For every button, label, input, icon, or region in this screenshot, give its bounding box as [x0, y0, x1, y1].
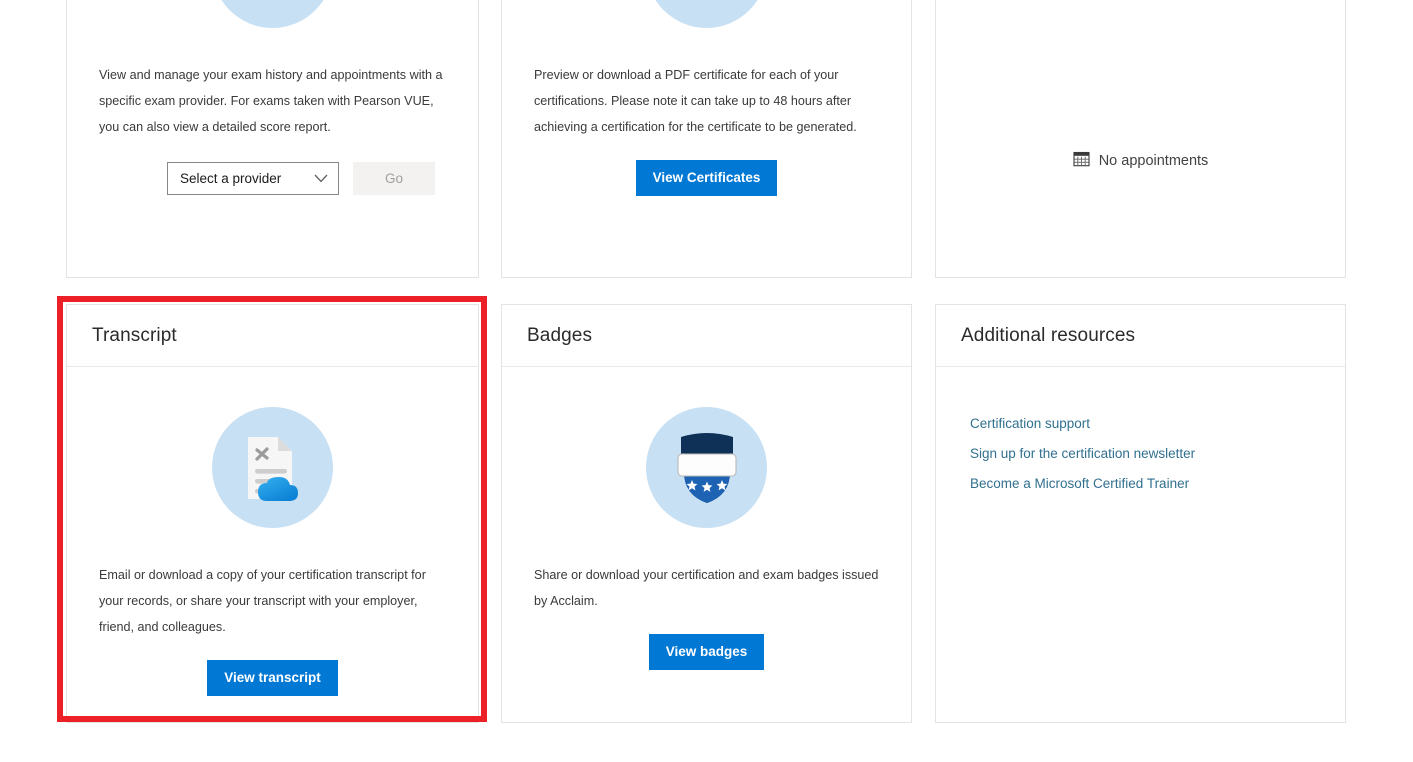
certificates-card: Preview or download a PDF certificate fo…: [501, 0, 912, 278]
transcript-button-row: View transcript: [99, 660, 446, 696]
provider-select-row: Select a provider Go: [99, 162, 446, 195]
exam-history-card: View and manage your exam history and ap…: [66, 0, 479, 278]
appointments-card: No appointments: [935, 0, 1346, 278]
appointments-card-body: No appointments: [936, 0, 1345, 277]
go-button[interactable]: Go: [353, 162, 435, 195]
view-transcript-button[interactable]: View transcript: [207, 660, 338, 696]
certificates-description: Preview or download a PDF certificate fo…: [534, 68, 857, 134]
transcript-cloud-icon: [212, 407, 333, 528]
badges-card-title: Badges: [527, 324, 593, 346]
transcript-card-title: Transcript: [92, 324, 177, 346]
badges-card-body: Share or download your certification and…: [502, 407, 911, 762]
robot-arm-icon: [212, 0, 333, 28]
exam-history-description: View and manage your exam history and ap…: [99, 68, 443, 134]
provider-select-value: Select a provider: [180, 171, 282, 186]
dashboard-grid: View and manage your exam history and ap…: [0, 0, 1413, 747]
transcript-description: Email or download a copy of your certifi…: [99, 568, 426, 634]
view-certificates-button[interactable]: View Certificates: [635, 160, 778, 196]
link-certification-support[interactable]: Certification support: [970, 416, 1090, 431]
link-certification-newsletter[interactable]: Sign up for the certification newsletter: [970, 446, 1195, 461]
certificates-card-body: Preview or download a PDF certificate fo…: [502, 0, 911, 317]
certificates-button-row: View Certificates: [534, 160, 879, 196]
additional-resources-card-title: Additional resources: [961, 324, 1136, 346]
view-badges-button[interactable]: View badges: [648, 634, 765, 670]
badges-card-header: Badges: [502, 305, 911, 367]
additional-resources-card: Additional resources Certification suppo…: [935, 304, 1346, 723]
transcript-card: Transcript Email or download a copy of y…: [66, 304, 479, 723]
calendar-icon: [1073, 150, 1090, 171]
resource-links-list: Certification support Sign up for the ce…: [968, 367, 1313, 491]
transcript-card-body: Email or download a copy of your certifi…: [67, 407, 478, 762]
chevron-down-icon: [314, 171, 328, 186]
appointments-empty-label: No appointments: [1098, 152, 1209, 169]
provider-select[interactable]: Select a provider: [167, 162, 339, 195]
transcript-card-header: Transcript: [67, 305, 478, 367]
additional-resources-card-body: Certification support Sign up for the ce…: [936, 367, 1345, 722]
additional-resources-card-header: Additional resources: [936, 305, 1345, 367]
link-microsoft-certified-trainer[interactable]: Become a Microsoft Certified Trainer: [970, 476, 1189, 491]
badges-button-row: View badges: [534, 634, 879, 670]
appointments-empty-state: No appointments: [936, 150, 1345, 171]
badges-description: Share or download your certification and…: [534, 568, 879, 608]
badges-card: Badges Share or download your certificat…: [501, 304, 912, 723]
exam-history-card-body: View and manage your exam history and ap…: [67, 0, 478, 317]
certificate-icon: [646, 0, 767, 28]
badge-shield-icon: [646, 407, 767, 528]
